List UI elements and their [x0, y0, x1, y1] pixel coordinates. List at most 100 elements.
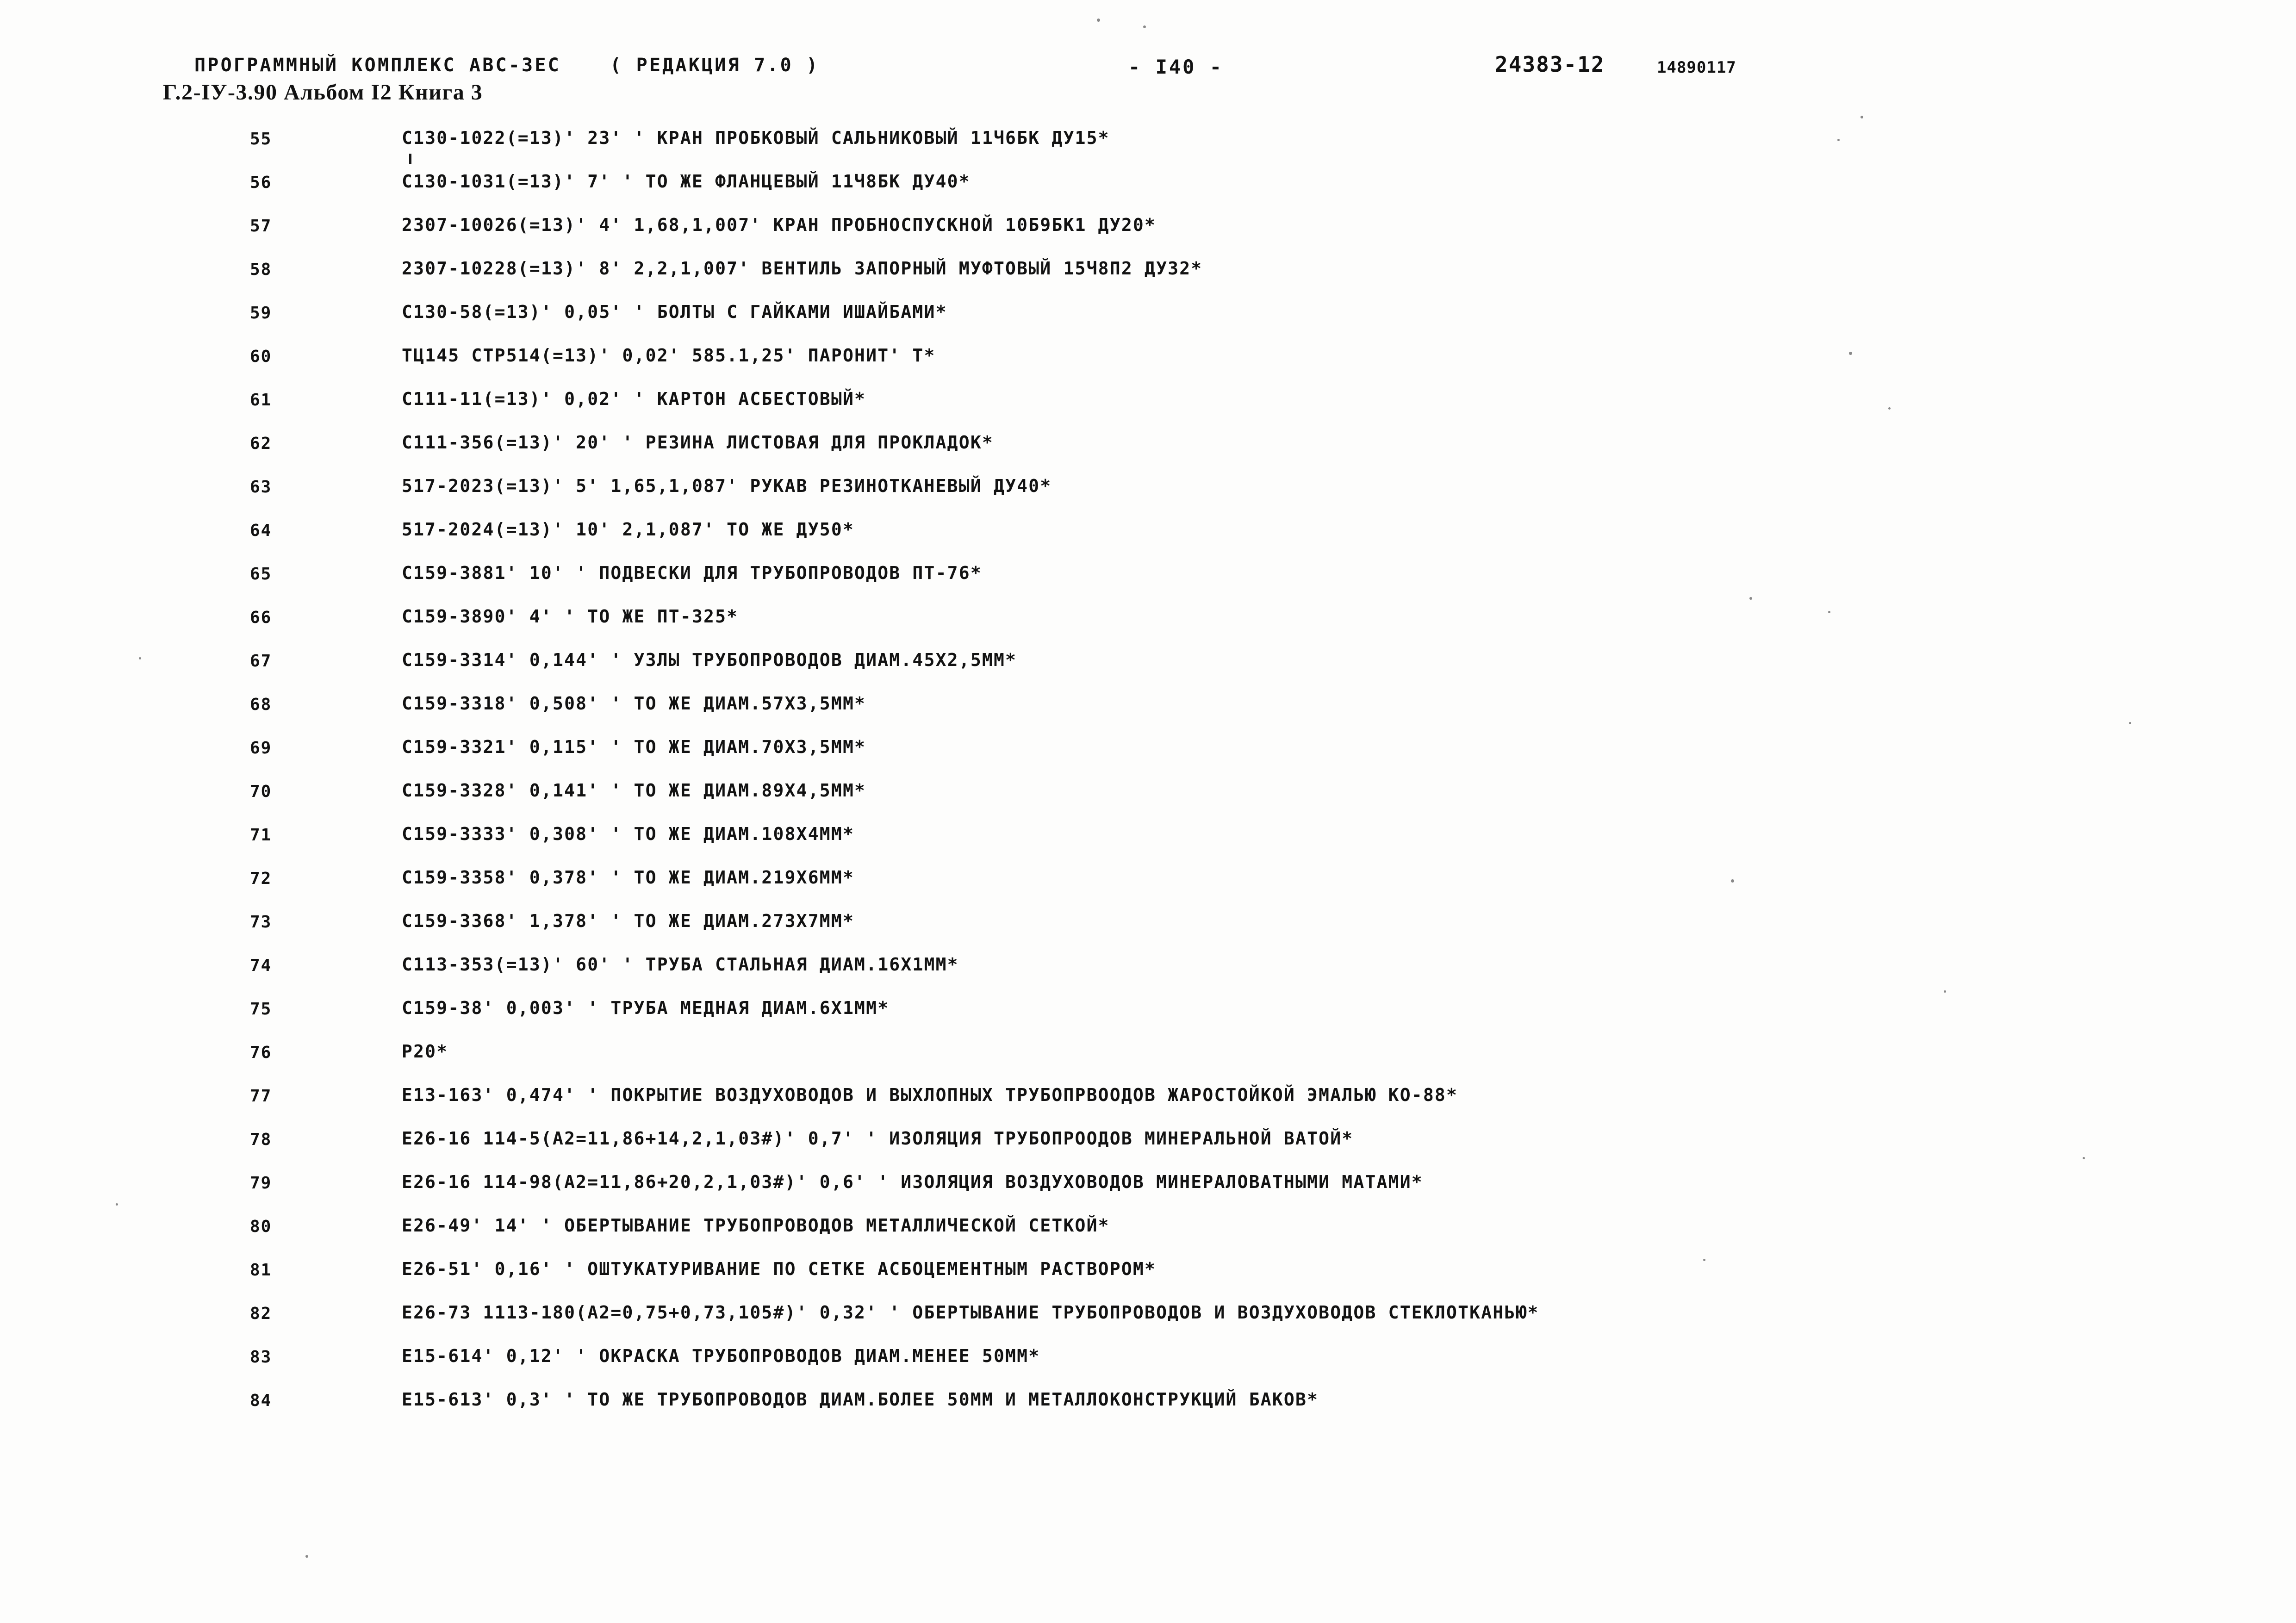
row-text: С111-356(=13)' 20' ' РЕЗИНА ЛИСТОВАЯ ДЛЯ… [402, 432, 994, 453]
listing-row: 84 Е15-613' 0,3' ' ТО ЖЕ ТРУБОПРОВОДОВ ДИ… [0, 1383, 2296, 1426]
row-text: С159-3890' 4' ' ТО ЖЕ ПТ-325* [402, 606, 739, 627]
listing-row: 59 С130-58(=13)' 0,05' ' БОЛТЫ С ГАЙКАМИ … [0, 295, 2296, 339]
listing-row: 75 С159-38' 0,003' ' ТРУБА МЕДНАЯ ДИАМ.6Х… [0, 991, 2296, 1035]
row-text: С159-3318' 0,508' ' ТО ЖЕ ДИАМ.57Х3,5ММ* [402, 693, 866, 714]
row-number: 82 [250, 1304, 272, 1323]
row-number: 72 [250, 869, 272, 888]
listing-row: 70 С159-3328' 0,141' ' ТО ЖЕ ДИАМ.89Х4,5М… [0, 774, 2296, 817]
row-number: 57 [250, 217, 272, 236]
row-text: С130-1031(=13)' 7' ' ТО ЖЕ ФЛАНЦЕВЫЙ 11Ч… [402, 171, 971, 192]
row-number: 56 [250, 173, 272, 192]
row-text: С130-58(=13)' 0,05' ' БОЛТЫ С ГАЙКАМИ ИШ… [402, 302, 947, 322]
row-number: 58 [250, 260, 272, 279]
listing-row: 57 2307-10026(=13)' 4' 1,68,1,007' КРАН П… [0, 208, 2296, 252]
page-header: ПРОГРАММНЫЙ КОМПЛЕКС АВС-ЗЕС ( РЕДАКЦИЯ … [0, 0, 2296, 111]
row-text: С159-3328' 0,141' ' ТО ЖЕ ДИАМ.89Х4,5ММ* [402, 780, 866, 801]
row-number: 73 [250, 913, 272, 932]
scan-speckle [1837, 139, 1840, 141]
row-text: 517-2023(=13)' 5' 1,65,1,087' РУКАВ РЕЗИ… [402, 476, 1052, 496]
listing-row: 72 С159-3358' 0,378' ' ТО ЖЕ ДИАМ.219Х6ММ… [0, 861, 2296, 904]
scan-speckle [116, 1203, 118, 1206]
listing-row: 79 Е26-16 114-98(А2=11,86+20,2,1,03#)' 0,… [0, 1165, 2296, 1209]
row-number: 78 [250, 1130, 272, 1149]
listing-row: 69 С159-3321' 0,115' ' ТО ЖЕ ДИАМ.70Х3,5М… [0, 730, 2296, 774]
listing-row: 60 ТЦ145 СТР514(=13)' 0,02' 585.1,25' ПАР… [0, 339, 2296, 382]
row-number: 70 [250, 782, 272, 801]
row-text: Е15-614' 0,12' ' ОКРАСКА ТРУБОПРОВОДОВ Д… [402, 1346, 1040, 1366]
row-text: Е15-613' 0,3' ' ТО ЖЕ ТРУБОПРОВОДОВ ДИАМ… [402, 1389, 1319, 1410]
scan-speckle [1828, 611, 1830, 613]
listing-row: 77 Е13-163' 0,474' ' ПОКРЫТИЕ ВОЗДУХОВОДО… [0, 1078, 2296, 1122]
row-number: 65 [250, 565, 272, 584]
specification-listing: 55 С130-1022(=13)' 23' ' КРАН ПРОБКОВЫЙ С… [0, 121, 2296, 1426]
row-number: 71 [250, 826, 272, 845]
scan-speckle [1143, 25, 1146, 28]
row-number: 55 [250, 130, 272, 149]
row-number: 61 [250, 391, 272, 410]
row-number: 63 [250, 478, 272, 497]
row-text: С159-38' 0,003' ' ТРУБА МЕДНАЯ ДИАМ.6Х1М… [402, 998, 890, 1018]
row-number: 75 [250, 1000, 272, 1019]
document-code: 24383-12 [1495, 52, 1605, 77]
row-number: 76 [250, 1043, 272, 1062]
row-number: 81 [250, 1261, 272, 1280]
listing-row: 82 Е26-73 1113-180(А2=0,75+0,73,105#)' 0,… [0, 1296, 2296, 1339]
scan-speckle [2129, 722, 2131, 724]
page-number: - I40 - [1128, 56, 1224, 78]
listing-row: 63 517-2023(=13)' 5' 1,65,1,087' РУКАВ РЕ… [0, 469, 2296, 513]
row-number: 59 [250, 304, 272, 323]
listing-row: 74 С113-353(=13)' 60' ' ТРУБА СТАЛЬНАЯ ДИ… [0, 948, 2296, 991]
listing-row: 65 С159-3881' 10' ' ПОДВЕСКИ ДЛЯ ТРУБОПРО… [0, 556, 2296, 600]
row-number: 80 [250, 1217, 272, 1236]
scanned-page: ПРОГРАММНЫЙ КОМПЛЕКС АВС-ЗЕС ( РЕДАКЦИЯ … [0, 0, 2296, 1623]
listing-row: 64 517-2024(=13)' 10' 2,1,087' ТО ЖЕ ДУ50… [0, 513, 2296, 556]
serial-number: 14890117 [1657, 58, 1736, 77]
row-text: С159-3314' 0,144' ' УЗЛЫ ТРУБОПРОВОДОВ Д… [402, 650, 1017, 670]
row-number: 84 [250, 1391, 272, 1410]
row-text: С113-353(=13)' 60' ' ТРУБА СТАЛЬНАЯ ДИАМ… [402, 954, 959, 975]
listing-row: 78 Е26-16 114-5(А2=11,86+14,2,1,03#)' 0,7… [0, 1122, 2296, 1165]
row-number: 60 [250, 347, 272, 366]
listing-row: 80 Е26-49' 14' ' ОБЕРТЫВАНИЕ ТРУБОПРОВОДО… [0, 1209, 2296, 1252]
listing-row: 66 С159-3890' 4' ' ТО ЖЕ ПТ-325* [0, 600, 2296, 643]
row-text: С159-3368' 1,378' ' ТО ЖЕ ДИАМ.273Х7ММ* [402, 911, 855, 931]
row-text: С159-3333' 0,308' ' ТО ЖЕ ДИАМ.108Х4ММ* [402, 824, 855, 844]
row-number: 69 [250, 739, 272, 758]
row-text: 2307-10228(=13)' 8' 2,2,1,007' ВЕНТИЛЬ З… [402, 258, 1203, 279]
scan-speckle [1860, 116, 1863, 118]
listing-row: 76 Р20* [0, 1035, 2296, 1078]
listing-row: 62 С111-356(=13)' 20' ' РЕЗИНА ЛИСТОВАЯ Д… [0, 426, 2296, 469]
listing-row: 61 С111-11(=13)' 0,02' ' КАРТОН АСБЕСТОВЫ… [0, 382, 2296, 426]
row-number: 77 [250, 1087, 272, 1106]
row-text: Е13-163' 0,474' ' ПОКРЫТИЕ ВОЗДУХОВОДОВ … [402, 1085, 1458, 1105]
row-number: 83 [250, 1348, 272, 1367]
row-number: 66 [250, 608, 272, 627]
row-number: 62 [250, 434, 272, 453]
scan-speckle [1097, 19, 1100, 22]
row-number: 68 [250, 695, 272, 714]
row-text: С159-3358' 0,378' ' ТО ЖЕ ДИАМ.219Х6ММ* [402, 867, 855, 888]
program-complex-title: ПРОГРАММНЫЙ КОМПЛЕКС АВС-ЗЕС [194, 55, 561, 76]
scan-speckle [2083, 1157, 2085, 1159]
row-text: С111-11(=13)' 0,02' ' КАРТОН АСБЕСТОВЫЙ* [402, 389, 866, 409]
scan-speckle [1703, 1259, 1705, 1261]
listing-row: 71 С159-3333' 0,308' ' ТО ЖЕ ДИАМ.108Х4ММ… [0, 817, 2296, 861]
row-text: Е26-16 114-98(А2=11,86+20,2,1,03#)' 0,6'… [402, 1172, 1423, 1192]
row-text: С130-1022(=13)' 23' ' КРАН ПРОБКОВЫЙ САЛ… [402, 128, 1110, 148]
scan-speckle [1888, 407, 1891, 410]
row-number: 79 [250, 1174, 272, 1193]
scan-speckle [1944, 990, 1946, 993]
scan-speckle [1849, 352, 1852, 355]
album-line: Г.2-IУ-3.90 Альбом I2 Книга 3 [163, 80, 483, 105]
row-text: С159-3881' 10' ' ПОДВЕСКИ ДЛЯ ТРУБОПРОВО… [402, 563, 982, 583]
listing-row: 58 2307-10228(=13)' 8' 2,2,1,007' ВЕНТИЛЬ… [0, 252, 2296, 295]
row-text: Е26-49' 14' ' ОБЕРТЫВАНИЕ ТРУБОПРОВОДОВ … [402, 1215, 1110, 1236]
stray-ink-mark [409, 154, 411, 164]
listing-row: 73 С159-3368' 1,378' ' ТО ЖЕ ДИАМ.273Х7ММ… [0, 904, 2296, 948]
row-text: Е26-73 1113-180(А2=0,75+0,73,105#)' 0,32… [402, 1302, 1539, 1323]
listing-row: 68 С159-3318' 0,508' ' ТО ЖЕ ДИАМ.57Х3,5М… [0, 687, 2296, 730]
row-text: ТЦ145 СТР514(=13)' 0,02' 585.1,25' ПАРОН… [402, 345, 936, 366]
scan-speckle [1749, 597, 1752, 600]
row-text: Е26-51' 0,16' ' ОШТУКАТУРИВАНИЕ ПО СЕТКЕ… [402, 1259, 1157, 1279]
row-text: С159-3321' 0,115' ' ТО ЖЕ ДИАМ.70Х3,5ММ* [402, 737, 866, 757]
